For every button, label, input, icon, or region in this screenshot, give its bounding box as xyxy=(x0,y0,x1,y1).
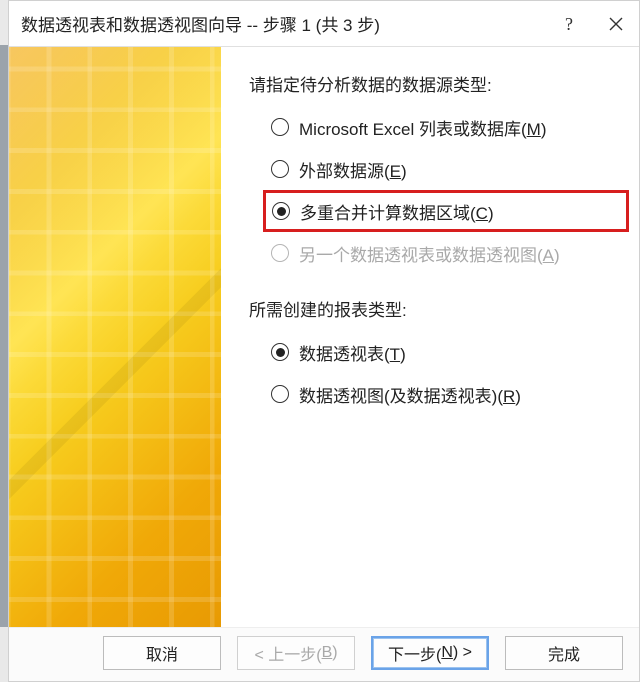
data-source-option-1[interactable]: 外部数据源(E) xyxy=(271,148,629,190)
back-button: < 上一步(B) xyxy=(237,636,355,670)
background-strip xyxy=(0,45,8,627)
wizard-form: 请指定待分析数据的数据源类型: Microsoft Excel 列表或数据库(M… xyxy=(221,47,639,627)
radio-icon xyxy=(271,118,289,136)
title-bar: 数据透视表和数据透视图向导 -- 步骤 1 (共 3 步) ? xyxy=(9,1,639,47)
option-label: 另一个数据透视表或数据透视图(A) xyxy=(299,241,560,266)
radio-icon xyxy=(271,385,289,403)
data-source-option-3: 另一个数据透视表或数据透视图(A) xyxy=(271,232,629,274)
radio-icon xyxy=(271,244,289,262)
wizard-dialog: 数据透视表和数据透视图向导 -- 步骤 1 (共 3 步) ? 请指定待分析数据… xyxy=(8,0,640,682)
report-type-option-1[interactable]: 数据透视图(及数据透视表)(R) xyxy=(271,373,629,415)
help-button[interactable]: ? xyxy=(547,1,593,47)
data-source-option-2[interactable]: 多重合并计算数据区域(C) xyxy=(263,190,629,232)
option-label: 多重合并计算数据区域(C) xyxy=(300,199,494,224)
next-button[interactable]: 下一步(N) > xyxy=(371,636,489,670)
close-button[interactable] xyxy=(593,1,639,47)
option-label: Microsoft Excel 列表或数据库(M) xyxy=(299,115,546,140)
radio-icon xyxy=(271,343,289,361)
dialog-footer: 取消 < 上一步(B) 下一步(N) > 完成 xyxy=(9,627,639,681)
radio-icon xyxy=(271,160,289,178)
option-label: 数据透视表(T) xyxy=(299,340,406,365)
wizard-artwork xyxy=(9,47,221,627)
report-type-label: 所需创建的报表类型: xyxy=(249,296,629,321)
cancel-button[interactable]: 取消 xyxy=(103,636,221,670)
svg-text:?: ? xyxy=(565,14,573,34)
data-source-option-0[interactable]: Microsoft Excel 列表或数据库(M) xyxy=(271,106,629,148)
finish-button[interactable]: 完成 xyxy=(505,636,623,670)
report-type-option-0[interactable]: 数据透视表(T) xyxy=(271,331,629,373)
option-label: 数据透视图(及数据透视表)(R) xyxy=(299,382,521,407)
radio-icon xyxy=(272,202,290,220)
dialog-title: 数据透视表和数据透视图向导 -- 步骤 1 (共 3 步) xyxy=(21,11,547,36)
data-source-label: 请指定待分析数据的数据源类型: xyxy=(249,71,629,96)
option-label: 外部数据源(E) xyxy=(299,157,407,182)
